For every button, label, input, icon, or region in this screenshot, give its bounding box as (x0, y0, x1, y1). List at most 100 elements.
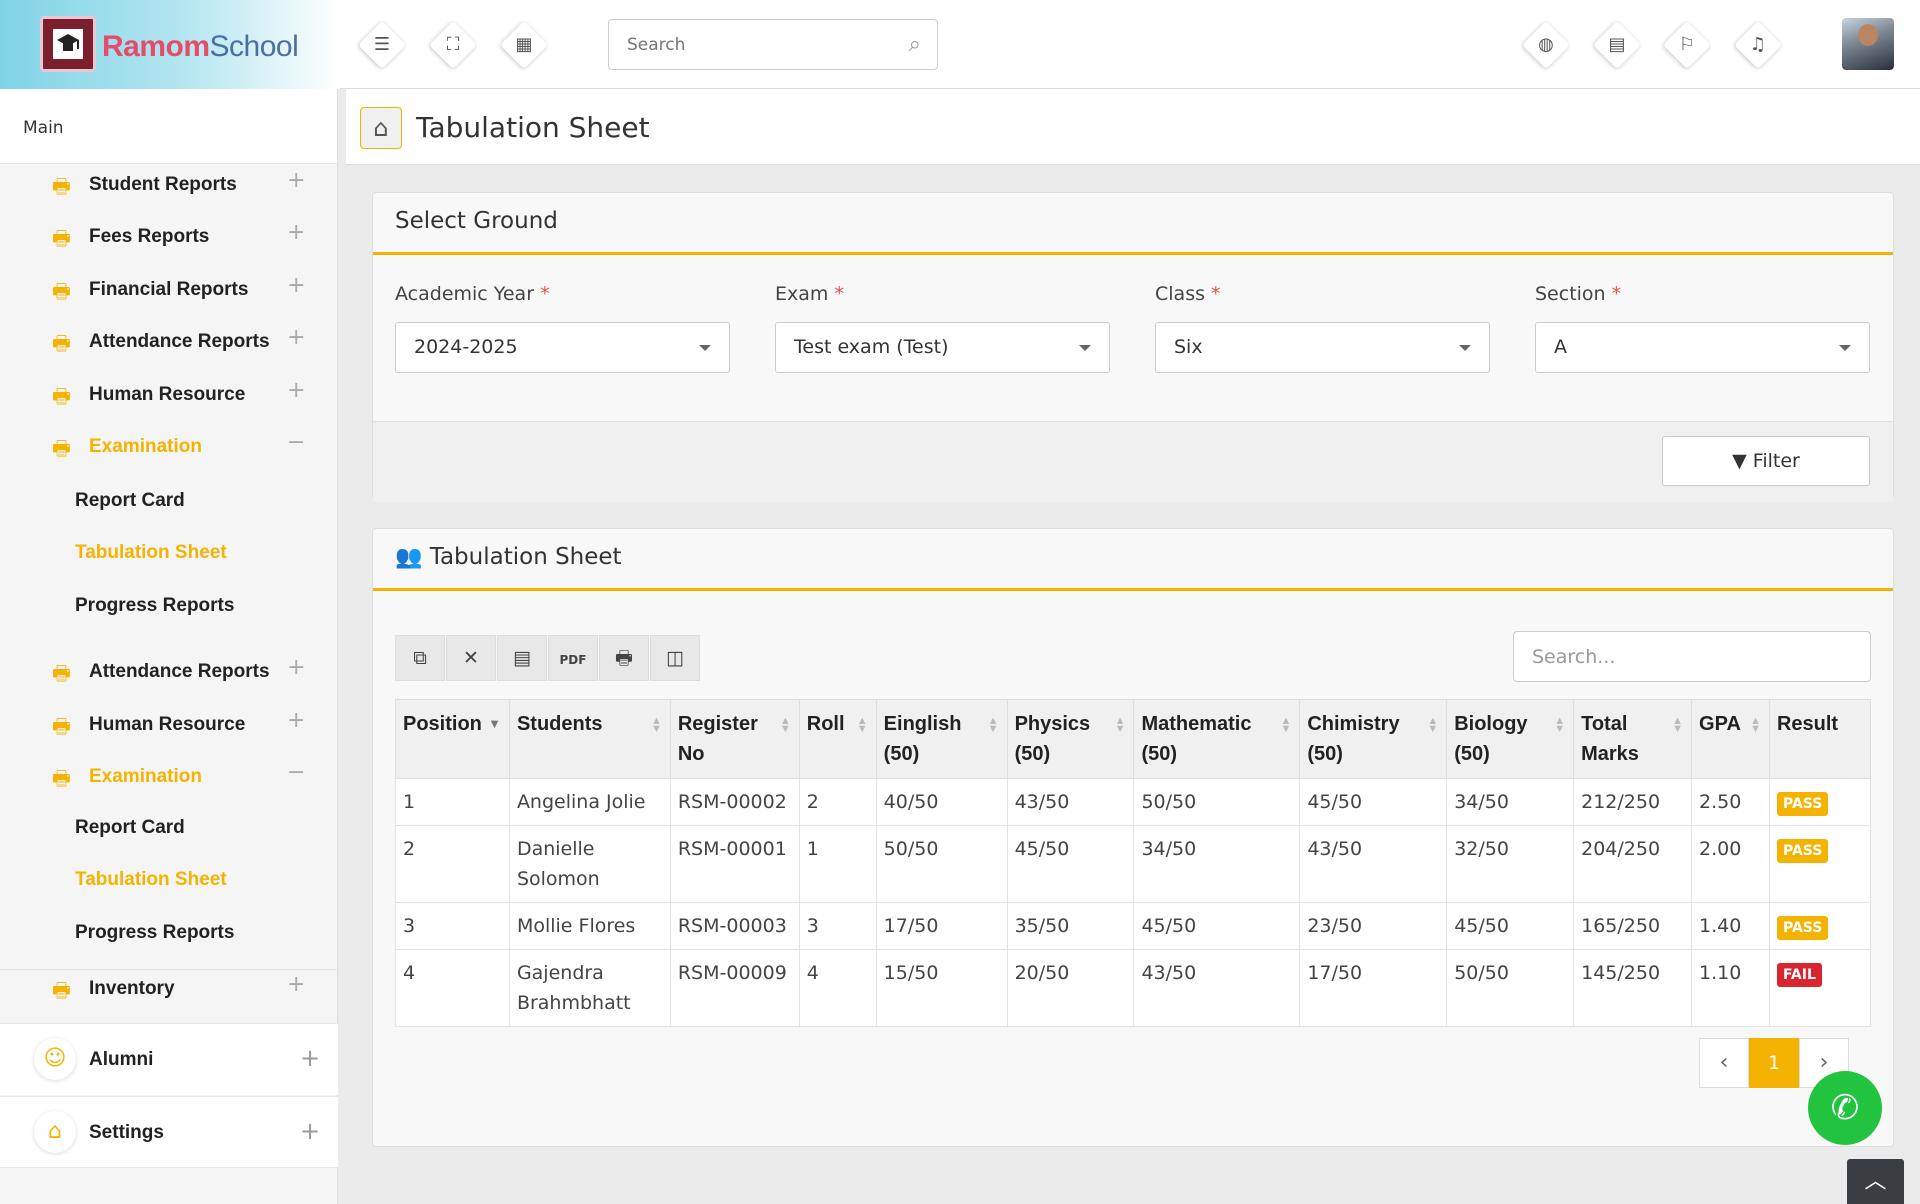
sidebar-sub-tabulation-sheet[interactable]: Tabulation Sheet (75, 869, 227, 891)
menu-toggle-button[interactable]: ☰ (357, 20, 407, 70)
col-english[interactable]: Einglish (50) ▲ ▼ (875, 699, 1008, 779)
sidebar-item-settings[interactable]: ⌂ Settings + (0, 1096, 338, 1168)
col-roll[interactable]: Roll ▲ ▼ (798, 699, 877, 779)
col-label-2: (50) (1014, 743, 1051, 765)
whatsapp-chat-button[interactable]: ✆ (1808, 1071, 1882, 1145)
academic-year-select[interactable]: 2024-2025 (395, 322, 730, 373)
sidebar-item-examination[interactable]: 🖶 Examination − (0, 428, 338, 468)
sort-icon: ▲ ▼ (1280, 715, 1292, 735)
cell-mathematic: 34/50 (1133, 825, 1301, 903)
sidebar-sub-report-card[interactable]: Report Card (75, 817, 185, 839)
cell-biology: 45/50 (1446, 902, 1575, 950)
result-badge: PASS (1776, 916, 1829, 940)
sidebar-item-human-resource[interactable]: 🖶 Human Resource + (0, 706, 338, 746)
sidebar-item-label: Examination (89, 436, 202, 457)
col-chemistry[interactable]: Chimistry (50) ▲ ▼ (1299, 699, 1448, 779)
prev-page-button[interactable]: ‹ (1699, 1038, 1749, 1088)
col-label: Mathematic (1141, 713, 1252, 735)
sidebar-sub-tabulation-sheet[interactable]: Tabulation Sheet (75, 542, 227, 564)
sidebar-item-label: Attendance Reports (89, 661, 270, 682)
fullscreen-button[interactable]: ⛶ (428, 20, 478, 70)
cell-student: Gajendra Brahmbhatt (508, 949, 671, 1027)
sort-icon: ▲ ▼ (1672, 715, 1684, 735)
search-icon[interactable]: ⌕ (909, 32, 921, 57)
expand-icon: + (287, 168, 306, 193)
table-search-input[interactable]: Search... (1513, 631, 1871, 682)
section-select[interactable]: A (1535, 322, 1870, 373)
student-name: Gajendra (516, 962, 604, 984)
filter-button[interactable]: ▼ Filter (1662, 436, 1870, 486)
brand-logo[interactable]: RamomSchool (0, 0, 340, 89)
table-header-row: Position ▼ Students ▲ ▼ Register No ▲ ▼ Roll ▲ ▼… (395, 699, 1872, 779)
sidebar-item-human-resource[interactable]: 🖶 Human Resource + (0, 376, 338, 416)
sidebar-item-label: Attendance Reports (89, 331, 270, 352)
col-biology[interactable]: Biology (50) ▲ ▼ (1446, 699, 1575, 779)
flag-button[interactable]: ⚐ (1662, 20, 1712, 70)
field-label-text: Exam (775, 283, 829, 305)
cell-roll: 1 (798, 825, 877, 903)
calendar-icon: ▤ (1608, 34, 1626, 55)
col-label-2: (50) (1141, 743, 1178, 765)
top-search-input[interactable] (609, 20, 879, 69)
cell-total-marks: 145/250 (1573, 949, 1693, 1027)
select-value: A (1554, 336, 1567, 358)
language-button[interactable]: ◍ (1521, 20, 1571, 70)
col-physics[interactable]: Physics (50) ▲ ▼ (1006, 699, 1135, 779)
sidebar-item-label: Examination (89, 766, 202, 787)
page-1-button[interactable]: 1 (1749, 1038, 1799, 1088)
sidebar-item-student-reports[interactable]: 🖶 Student Reports + (0, 166, 338, 206)
pdf-button[interactable]: PDF (548, 635, 598, 681)
cell-biology: 32/50 (1446, 825, 1575, 903)
table-row: 3 Mollie Flores RSM-00003 3 17/50 35/50 … (395, 902, 1872, 950)
home-icon: ⌂ (373, 114, 389, 142)
csv-button[interactable]: ▤ (497, 635, 547, 681)
panel-footer: ▼ Filter (373, 421, 1893, 502)
exam-label: Exam * (775, 283, 844, 305)
required-mark: * (834, 283, 844, 305)
col-gpa[interactable]: GPA ▲ ▼ (1691, 699, 1770, 779)
column-visibility-button[interactable]: ◫ (650, 635, 700, 681)
col-label: Roll (806, 713, 845, 735)
home-button[interactable]: ⌂ (360, 107, 402, 149)
sidebar-sub-report-card[interactable]: Report Card (75, 490, 185, 512)
required-mark: * (1611, 283, 1622, 305)
whatsapp-icon: ✆ (1830, 1088, 1860, 1128)
col-label: Chimistry (1307, 713, 1400, 735)
cell-chemistry: 43/50 (1299, 825, 1448, 903)
sidebar-item-examination[interactable]: 🖶 Examination − (0, 758, 338, 798)
copy-icon: ⧉ (413, 647, 427, 669)
sidebar-item-attendance-reports[interactable]: 🖶 Attendance Reports + (0, 653, 338, 693)
exam-select[interactable]: Test exam (Test) (775, 322, 1110, 373)
print-button[interactable]: 🖶 (599, 635, 649, 681)
cell-register-no: RSM-00001 (669, 825, 800, 903)
col-mathematic[interactable]: Mathematic (50) ▲ ▼ (1133, 699, 1301, 779)
caret-down-icon (1459, 345, 1471, 351)
caret-down-icon (699, 345, 711, 351)
notifications-button[interactable]: ♫ (1733, 20, 1783, 70)
sidebar-item-attendance-reports[interactable]: 🖶 Attendance Reports + (0, 323, 338, 363)
class-select[interactable]: Six (1155, 322, 1490, 373)
sidebar-sub-progress-reports[interactable]: Progress Reports (75, 595, 234, 617)
sidebar-item-financial-reports[interactable]: 🖶 Financial Reports + (0, 271, 338, 311)
col-register-no[interactable]: Register No ▲ ▼ (669, 699, 800, 779)
scroll-to-top-button[interactable]: ︿ (1847, 1159, 1904, 1204)
sort-icon: ▲ ▼ (650, 715, 662, 735)
sidebar-item-inventory[interactable]: 🖶 Inventory + (0, 969, 338, 1009)
expand-icon: + (287, 972, 306, 997)
sidebar-item-alumni[interactable]: ☺ Alumni + (0, 1023, 338, 1095)
col-total-marks[interactable]: Total Marks ▲ ▼ (1573, 699, 1693, 779)
sidebar-item-fees-reports[interactable]: 🖶 Fees Reports + (0, 218, 338, 258)
col-students[interactable]: Students ▲ ▼ (508, 699, 671, 779)
col-label: GPA (1699, 713, 1741, 735)
user-avatar[interactable] (1842, 18, 1894, 70)
apps-button[interactable]: ▦ (499, 20, 549, 70)
calendar-button[interactable]: ▤ (1592, 20, 1642, 70)
sort-desc-icon: ▼ (488, 716, 501, 731)
brand-name-part2: School (209, 30, 299, 63)
pdf-icon: PDF (559, 653, 587, 667)
sidebar-sub-progress-reports[interactable]: Progress Reports (75, 922, 234, 944)
excel-button[interactable]: ✕ (446, 635, 496, 681)
copy-button[interactable]: ⧉ (395, 635, 445, 681)
printer-icon: 🖶 (52, 174, 71, 198)
col-position[interactable]: Position ▼ (395, 699, 510, 779)
